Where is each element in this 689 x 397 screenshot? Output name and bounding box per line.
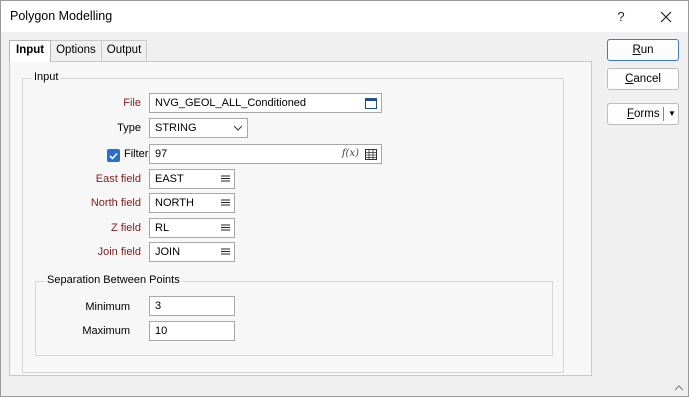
tab-panel-input: Input File NVG_GEOL_ALL_Conditioned Type…	[9, 61, 592, 376]
help-button[interactable]: ?	[601, 1, 641, 32]
file-browse-icon[interactable]	[365, 94, 377, 112]
table-icon[interactable]	[365, 145, 377, 163]
minimum-field[interactable]: 3	[149, 296, 235, 316]
north-field[interactable]: NORTH	[149, 193, 235, 213]
tab-input[interactable]: Input	[9, 40, 52, 62]
file-field[interactable]: NVG_GEOL_ALL_Conditioned	[149, 93, 382, 113]
type-select[interactable]: STRING	[149, 118, 248, 138]
east-list-icon[interactable]	[221, 170, 230, 188]
forms-button[interactable]: Forms ▼	[607, 103, 679, 125]
filter-checkbox[interactable]	[107, 149, 120, 162]
join-list-icon[interactable]	[221, 243, 230, 261]
tab-output[interactable]: Output	[100, 40, 148, 61]
maximum-value: 10	[155, 325, 168, 337]
function-icon[interactable]: f(x)	[342, 145, 359, 163]
north-list-icon[interactable]	[221, 194, 230, 212]
filter-label: Filter	[124, 148, 149, 160]
east-value: EAST	[155, 173, 184, 185]
filter-value: 97	[155, 148, 168, 160]
forms-split-divider	[663, 107, 664, 121]
minimum-label: Minimum	[85, 301, 130, 313]
join-field-label: Join field	[97, 246, 141, 258]
file-value: NVG_GEOL_ALL_Conditioned	[155, 97, 307, 109]
tab-options[interactable]: Options	[50, 40, 102, 61]
minimum-value: 3	[155, 300, 162, 312]
resize-grip-icon[interactable]	[674, 383, 684, 394]
east-field-label: East field	[95, 173, 141, 185]
z-field[interactable]: RL	[149, 218, 235, 238]
dialog-window: Polygon Modelling ? Input Options Output…	[0, 0, 689, 397]
z-list-icon[interactable]	[221, 219, 230, 237]
type-label: Type	[117, 122, 141, 134]
z-value: RL	[155, 222, 170, 234]
close-icon	[660, 11, 672, 22]
east-field[interactable]: EAST	[149, 169, 235, 189]
close-button[interactable]	[646, 1, 686, 32]
input-group-title: Input	[31, 71, 62, 83]
separation-group-title: Separation Between Points	[44, 274, 183, 286]
z-field-label: Z field	[111, 222, 141, 234]
separation-group: Separation Between Points Minimum 3 Maxi…	[35, 274, 553, 356]
join-field[interactable]: JOIN	[149, 242, 235, 262]
window-title: Polygon Modelling	[10, 9, 113, 23]
input-group: Input File NVG_GEOL_ALL_Conditioned Type…	[22, 71, 564, 373]
maximum-label: Maximum	[82, 325, 130, 337]
filter-field[interactable]: 97 f(x)	[149, 144, 382, 164]
join-value: JOIN	[155, 246, 181, 258]
type-value: STRING	[155, 122, 197, 134]
maximum-field[interactable]: 10	[149, 321, 235, 341]
check-icon	[109, 152, 118, 160]
forms-dropdown-arrow-icon[interactable]: ▼	[668, 104, 676, 124]
run-button[interactable]: Run	[607, 39, 679, 61]
tab-strip: Input Options Output	[9, 40, 148, 62]
cancel-button[interactable]: Cancel	[607, 68, 679, 90]
chevron-down-icon	[233, 119, 243, 137]
north-field-label: North field	[90, 197, 141, 209]
file-label: File	[123, 97, 141, 109]
title-bar: Polygon Modelling ?	[1, 1, 688, 32]
north-value: NORTH	[155, 197, 194, 209]
